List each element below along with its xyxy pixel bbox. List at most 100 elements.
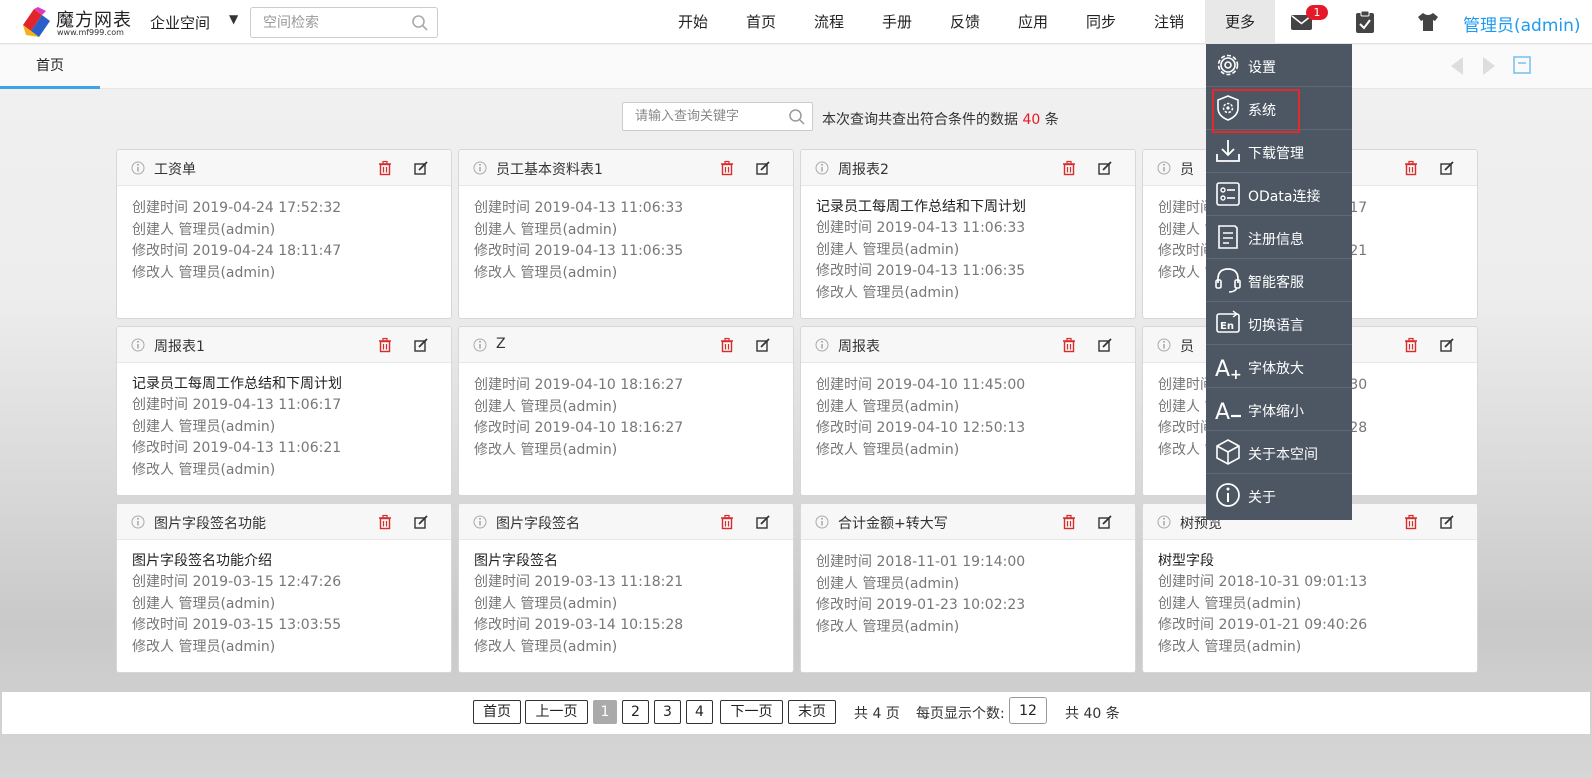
trash-icon[interactable]	[1061, 160, 1077, 176]
menu-odata[interactable]: OData连接	[1206, 173, 1352, 216]
menu-system[interactable]: 系统	[1206, 87, 1352, 133]
nav-home[interactable]: 首页	[727, 0, 795, 44]
tab-next-icon[interactable]	[1481, 55, 1497, 77]
card-meta-line: 创建时间 2018-11-01 19:14:00	[816, 554, 1026, 570]
trash-icon[interactable]	[719, 337, 735, 353]
menu-font-decrease[interactable]: A 字体缩小	[1206, 388, 1352, 431]
menu-about-space[interactable]: 关于本空间	[1206, 431, 1352, 474]
page-4-button[interactable]: 4	[686, 700, 713, 724]
prev-page-button[interactable]: 上一页	[525, 700, 588, 724]
card-meta-line: 修改时间 2019-04-24 18:11:47	[132, 243, 342, 259]
card-description: 记录员工每周工作总结和下周计划	[816, 199, 1026, 215]
form-card[interactable]: 周报表2 记录员工每周工作总结和下周计划 创建时间 2019-04-13 11:…	[800, 149, 1136, 319]
form-card[interactable]: 树预览 树型字段 创建时间 2018-10-31 09:01:13 创建人 管理…	[1142, 503, 1478, 673]
card-title[interactable]: 员工基本资料表1	[496, 159, 603, 179]
menu-register[interactable]: 注册信息	[1206, 216, 1352, 259]
trash-icon[interactable]	[377, 514, 393, 530]
nav-more[interactable]: 更多	[1205, 0, 1275, 44]
card-title[interactable]: Z	[496, 336, 506, 352]
card-meta-line: 创建时间 2019-04-24 17:52:32	[132, 200, 342, 216]
nav-manual[interactable]: 手册	[863, 0, 931, 44]
trash-icon[interactable]	[377, 160, 393, 176]
nav-feedback[interactable]: 反馈	[931, 0, 999, 44]
shield-gear-icon	[1217, 95, 1239, 121]
trash-icon[interactable]	[1403, 514, 1419, 530]
card-title[interactable]: 周报表1	[154, 336, 205, 356]
edit-icon[interactable]	[1097, 337, 1113, 353]
search-icon[interactable]	[788, 108, 806, 126]
edit-icon[interactable]	[413, 160, 429, 176]
nav-start[interactable]: 开始	[659, 0, 727, 44]
trash-icon[interactable]	[377, 337, 393, 353]
nav-sync[interactable]: 同步	[1067, 0, 1135, 44]
trash-icon[interactable]	[1403, 160, 1419, 176]
trash-icon[interactable]	[719, 514, 735, 530]
per-page-input[interactable]	[1009, 697, 1047, 724]
form-card[interactable]: 合计金额+转大写 创建时间 2018-11-01 19:14:00 创建人 管理…	[800, 503, 1136, 673]
edit-icon[interactable]	[1097, 160, 1113, 176]
trash-icon[interactable]	[1403, 337, 1419, 353]
edit-icon[interactable]	[755, 337, 771, 353]
form-card[interactable]: 工资单 创建时间 2019-04-24 17:52:32 创建人 管理员(adm…	[116, 149, 452, 319]
logo[interactable]: 魔方网表 www.mf999.com	[20, 5, 131, 39]
user-menu[interactable]: 管理员(admin)	[1463, 11, 1581, 36]
space-search-input[interactable]	[251, 8, 411, 37]
form-card[interactable]: 图片字段签名功能 图片字段签名功能介绍 创建时间 2019-03-15 12:4…	[116, 503, 452, 673]
menu-downloads[interactable]: 下载管理	[1206, 130, 1352, 173]
tab-prev-icon[interactable]	[1449, 55, 1465, 77]
form-card[interactable]: 图片字段签名 图片字段签名 创建时间 2019-03-13 11:18:21 创…	[458, 503, 794, 673]
edit-icon[interactable]	[755, 514, 771, 530]
card-title[interactable]: 员	[1180, 336, 1194, 356]
edit-icon[interactable]	[1439, 514, 1455, 530]
space-select[interactable]: 企业空间	[150, 12, 210, 33]
per-page-label: 每页显示个数:	[916, 706, 1005, 722]
info-icon	[473, 161, 487, 175]
trash-icon[interactable]	[719, 160, 735, 176]
card-title[interactable]: 周报表2	[838, 159, 889, 179]
page-2-button[interactable]: 2	[622, 700, 649, 724]
edit-icon[interactable]	[1097, 514, 1113, 530]
trash-icon[interactable]	[1061, 514, 1077, 530]
first-page-button[interactable]: 首页	[473, 700, 521, 724]
page-1-button[interactable]: 1	[593, 700, 617, 724]
menu-odata-label: OData连接	[1248, 189, 1321, 205]
menu-language[interactable]: En 切换语言	[1206, 302, 1352, 345]
edit-icon[interactable]	[755, 160, 771, 176]
edit-icon[interactable]	[413, 514, 429, 530]
form-card[interactable]: 周报表 创建时间 2019-04-10 11:45:00 创建人 管理员(adm…	[800, 326, 1136, 496]
tab-home[interactable]: 首页	[0, 45, 100, 89]
card-meta-line: 创建时间 2019-03-15 12:47:26	[132, 574, 342, 590]
nav-apps[interactable]: 应用	[999, 0, 1067, 44]
tab-pin-icon[interactable]	[1512, 55, 1532, 77]
menu-support[interactable]: 智能客服	[1206, 259, 1352, 302]
nav-logout[interactable]: 注销	[1135, 0, 1203, 44]
tshirt-icon[interactable]	[1415, 10, 1441, 34]
clipboard-check-icon[interactable]	[1352, 10, 1378, 34]
download-icon	[1216, 140, 1240, 162]
form-card[interactable]: Z 创建时间 2019-04-10 18:16:27 创建人 管理员(admin…	[458, 326, 794, 496]
form-card[interactable]: 员工基本资料表1 创建时间 2019-04-13 11:06:33 创建人 管理…	[458, 149, 794, 319]
card-title[interactable]: 员	[1180, 159, 1194, 179]
caret-down-icon[interactable]: ▼	[229, 12, 238, 26]
edit-icon[interactable]	[1439, 160, 1455, 176]
last-page-button[interactable]: 末页	[788, 700, 836, 724]
card-title[interactable]: 图片字段签名功能	[154, 513, 266, 533]
menu-settings[interactable]: 设置	[1206, 44, 1352, 87]
trash-icon[interactable]	[1061, 337, 1077, 353]
menu-about[interactable]: 关于	[1206, 474, 1352, 517]
query-search-input[interactable]	[623, 103, 783, 130]
edit-icon[interactable]	[1439, 337, 1455, 353]
search-icon[interactable]	[411, 14, 429, 32]
card-title[interactable]: 周报表	[838, 336, 880, 356]
menu-font-increase[interactable]: A + 字体放大	[1206, 345, 1352, 388]
svg-text:A: A	[1215, 400, 1230, 424]
card-title[interactable]: 图片字段签名	[496, 513, 580, 533]
nav-process[interactable]: 流程	[795, 0, 863, 44]
edit-icon[interactable]	[413, 337, 429, 353]
form-card[interactable]: 周报表1 记录员工每周工作总结和下周计划 创建时间 2019-04-13 11:…	[116, 326, 452, 496]
card-title[interactable]: 合计金额+转大写	[838, 513, 948, 533]
page-3-button[interactable]: 3	[654, 700, 681, 724]
space-search	[250, 7, 438, 38]
next-page-button[interactable]: 下一页	[720, 700, 783, 724]
card-title[interactable]: 工资单	[154, 159, 196, 179]
